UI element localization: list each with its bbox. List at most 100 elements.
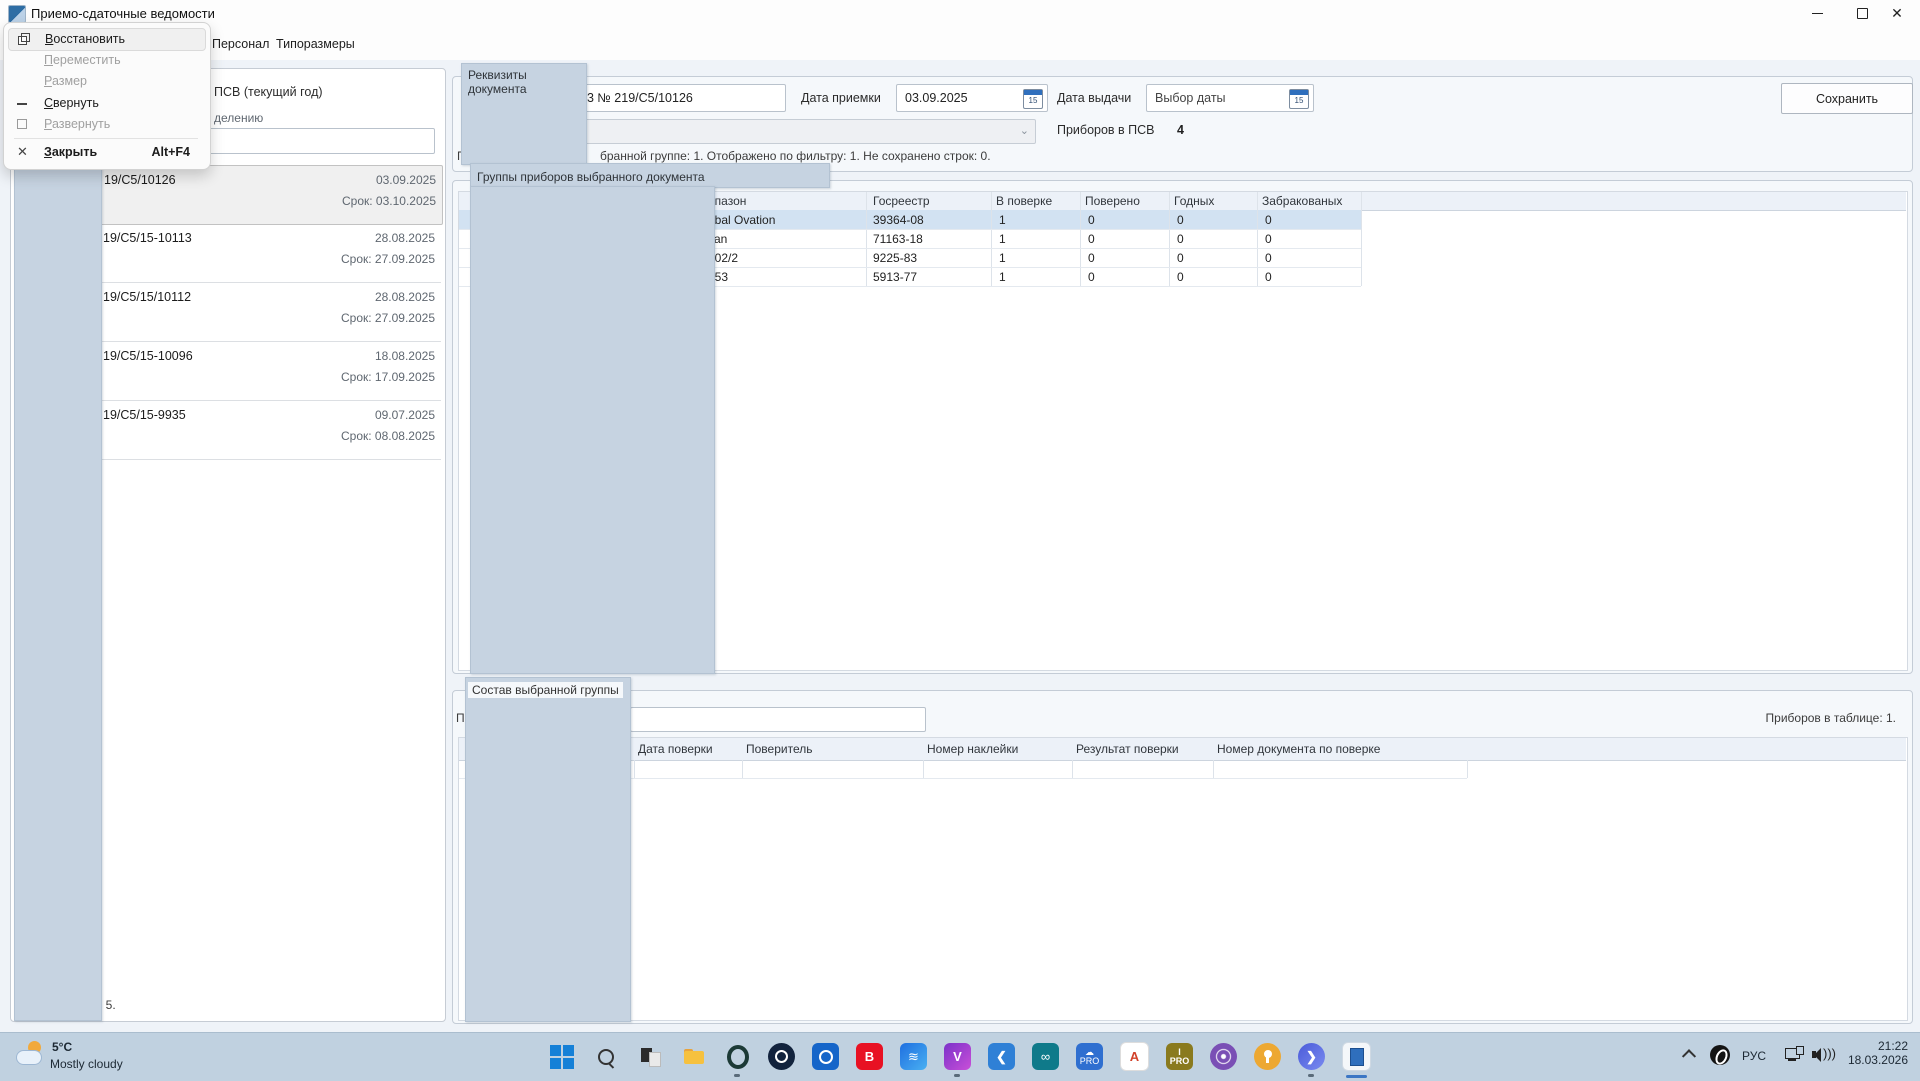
i-pro-icon[interactable]: IPRO (1166, 1043, 1193, 1070)
documents-panel: ПСВ (текущий год) делению 19/C5/10126 03… (10, 68, 446, 1022)
menu-item-maximize[interactable]: Развернуть (8, 114, 204, 135)
documents-header-fragment: ПСВ (текущий год) (214, 85, 323, 99)
document-list-item[interactable]: 19/C5/15-10113 28.08.2025 Срок: 27.09.20… (93, 224, 441, 283)
col-verified[interactable]: Поверено (1085, 194, 1140, 208)
acceptance-date-label: Дата приемки (801, 91, 881, 105)
menu-item-size[interactable]: Размер (8, 71, 204, 92)
tray-chevron-up-icon[interactable] (1684, 1047, 1698, 1061)
window-title: Приемо-сдаточные ведомости (31, 6, 215, 21)
document-list-item[interactable]: 19/C5/10126 03.09.2025 Срок: 03.10.2025 (93, 165, 443, 225)
maximize-icon (1857, 8, 1868, 19)
outlook-icon[interactable] (812, 1043, 839, 1070)
key-app-icon[interactable] (1254, 1043, 1281, 1070)
requisites-group-title: Реквизиты документа (462, 64, 586, 96)
cell-verified: 0 (1088, 270, 1095, 284)
cell-inverif: 1 (999, 270, 1006, 284)
menu-item-personal[interactable]: Персонал (208, 35, 273, 53)
psv-app-active-icon[interactable] (1342, 1042, 1371, 1071)
weather-condition: Mostly cloudy (50, 1057, 123, 1071)
composition-search-input[interactable] (630, 707, 926, 732)
document-list-item[interactable]: 19/C5/15-9935 09.07.2025 Срок: 08.08.202… (93, 401, 441, 460)
document-term: Срок: 27.09.2025 (341, 311, 435, 325)
col-sticker[interactable]: Номер наклейки (927, 742, 1018, 756)
app-icon (8, 5, 26, 23)
letter-a-icon[interactable]: A (1120, 1042, 1149, 1071)
close-button[interactable]: ✕ (1874, 0, 1920, 26)
calendar-icon[interactable]: 15 (1289, 89, 1309, 109)
app-b-red-icon[interactable]: B (856, 1043, 883, 1070)
tray-time: 21:22 (1842, 1039, 1908, 1053)
group-info-line: бранной группе: 1. Отображено по фильтру… (600, 149, 991, 163)
menu-bar: Персонал Типоразмеры (0, 26, 1920, 61)
composition-grid: Дата поверки Поверитель Номер наклейки Р… (458, 737, 1908, 1021)
language-indicator[interactable]: РУС (1742, 1049, 1766, 1063)
col-result[interactable]: Результат поверки (1076, 742, 1179, 756)
calendar-icon[interactable]: 15 (1023, 89, 1043, 109)
menu-item-move[interactable]: Переместить (8, 50, 204, 71)
arduino-icon[interactable]: ∞ (1032, 1043, 1059, 1070)
cell-rejected: 0 (1265, 251, 1272, 265)
speaker-icon[interactable]: ))) (1812, 1047, 1834, 1063)
fingerprint-app-icon[interactable] (1210, 1043, 1237, 1070)
document-date: 03.09.2025 (376, 173, 436, 187)
task-switcher-icon[interactable] (636, 1043, 663, 1070)
terminal-icon[interactable]: ❯ (1298, 1043, 1325, 1070)
col-good[interactable]: Годных (1174, 194, 1214, 208)
steam-icon[interactable] (768, 1043, 795, 1070)
cell-inverif: 1 (999, 213, 1006, 227)
tray-date: 18.03.2026 (1842, 1053, 1908, 1067)
document-list-item[interactable]: 19/C5/15/10112 28.08.2025 Срок: 27.09.20… (93, 283, 441, 342)
cell-verified: 0 (1088, 213, 1095, 227)
col-registry[interactable]: Госреестр (873, 194, 930, 208)
col-inverif[interactable]: В поверке (996, 194, 1052, 208)
search-icon[interactable] (592, 1043, 619, 1070)
cloud-pro-icon[interactable]: ☁PRO (1076, 1043, 1103, 1070)
close-icon: ✕ (1891, 6, 1903, 20)
acceptance-date-input[interactable]: 03.09.2025 15 (896, 84, 1048, 112)
desktop: Приемо-сдаточные ведомости ✕ Персонал Ти… (0, 0, 1920, 1080)
save-button[interactable]: Сохранить (1781, 83, 1913, 114)
groups-group-title: Группы приборов выбранного документа (471, 164, 829, 184)
col-doc-number[interactable]: Номер документа по поверке (1217, 742, 1380, 756)
cell-registry: 5913-77 (873, 270, 917, 284)
minimize-button[interactable] (1794, 0, 1840, 26)
opera-icon[interactable] (724, 1043, 751, 1070)
minimize-icon (17, 97, 29, 109)
document-term: Срок: 17.09.2025 (341, 370, 435, 384)
db-coil-icon[interactable]: ≋ (900, 1043, 927, 1070)
cell-registry: 71163-18 (873, 232, 923, 246)
cell-good: 0 (1177, 270, 1184, 284)
menu-item-restore[interactable]: Восстановить (8, 28, 206, 51)
vscode-icon[interactable]: ❮ (988, 1043, 1015, 1070)
weather-widget[interactable]: 5°C Mostly cloudy (14, 1039, 194, 1075)
chevron-down-icon: ⌄ (1020, 124, 1029, 137)
col-verif-date[interactable]: Дата поверки (638, 742, 713, 756)
document-list-item[interactable]: 19/C5/15-10096 18.08.2025 Срок: 17.09.20… (93, 342, 441, 401)
windows-start-icon[interactable] (548, 1043, 575, 1070)
composition-counter: Приборов в таблице: 1. (1766, 711, 1896, 725)
weather-icon (16, 1041, 46, 1071)
menu-item-close[interactable]: ✕ Закрыть Alt+F4 (8, 142, 204, 163)
clock-widget[interactable]: 21:22 18.03.2026 (1842, 1039, 1908, 1073)
cell-name: obal Ovation (708, 213, 775, 227)
composition-group-title: Состав выбранной группы (468, 682, 623, 698)
file-explorer-icon[interactable] (680, 1043, 707, 1070)
issue-date-input[interactable]: Выбор даты 15 (1146, 84, 1314, 112)
document-number: 19/C5/15-10113 (103, 231, 192, 245)
menu-separator (14, 138, 198, 139)
cell-rejected: 0 (1265, 270, 1272, 284)
issue-date-label: Дата выдачи (1057, 91, 1131, 105)
col-verifier[interactable]: Поверитель (746, 742, 812, 756)
content-area: ПСВ (текущий год) делению 19/C5/10126 03… (0, 60, 1920, 1032)
visual-studio-icon[interactable]: V (944, 1043, 971, 1070)
system-menu: Восстановить Переместить Размер Свернуть… (3, 22, 211, 170)
network-icon[interactable] (1785, 1046, 1805, 1064)
document-number: 19/C5/15-10096 (103, 349, 193, 363)
menu-item-typesizes[interactable]: Типоразмеры (272, 35, 359, 53)
tray-opera-icon[interactable] (1710, 1045, 1730, 1065)
col-rejected[interactable]: Забракованых (1262, 194, 1342, 208)
device-count-label: Приборов в ПСВ (1057, 123, 1155, 137)
cell-good: 0 (1177, 251, 1184, 265)
ghost-panel-groups-strip: Группы приборов выбранного документа (470, 163, 830, 188)
menu-item-minimize[interactable]: Свернуть (8, 93, 204, 114)
